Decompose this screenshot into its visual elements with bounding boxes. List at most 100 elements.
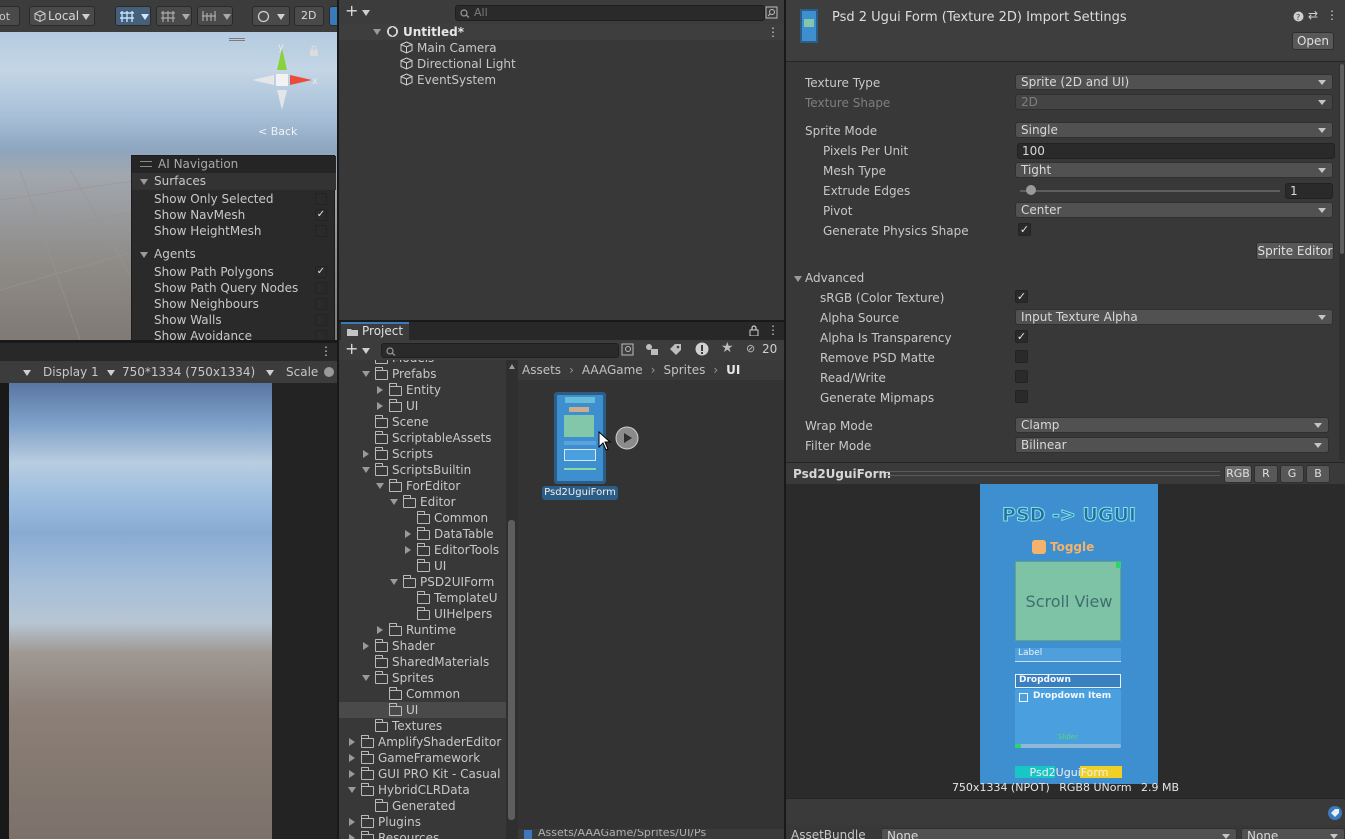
generate-physics-checkbox[interactable]: ✓ [1018, 223, 1031, 236]
folder-tree-item[interactable]: UIHelpers [339, 606, 507, 622]
folder-tree-item[interactable]: Common [339, 686, 507, 702]
folder-tree-item[interactable]: ForEditor [339, 478, 507, 494]
folder-tree-item[interactable]: DataTable [339, 526, 507, 542]
nav-option-row[interactable]: Show Path Query Nodes [132, 280, 336, 296]
create-add-button[interactable]: + [345, 340, 358, 358]
display-dropdown[interactable]: Display 1 [43, 364, 117, 380]
texture-type-dropdown[interactable]: Sprite (2D and UI) [1015, 74, 1333, 90]
folder-tree-item[interactable]: Common [339, 510, 507, 526]
folder-tree-item[interactable]: Runtime [339, 622, 507, 638]
folder-tree-item[interactable]: TemplateU [339, 590, 507, 606]
folder-tree-item[interactable]: UI [339, 702, 507, 718]
lock-icon[interactable] [309, 45, 319, 56]
folder-tree-item[interactable]: EditorTools [339, 542, 507, 558]
back-button[interactable]: < Back [258, 125, 297, 138]
folder-tree-item[interactable]: ScriptsBuiltin [339, 462, 507, 478]
alpha-source-dropdown[interactable]: Input Texture Alpha [1015, 309, 1333, 325]
nav-option-checkbox[interactable] [315, 225, 327, 237]
nav-option-checkbox[interactable] [315, 314, 327, 326]
folder-tree-item[interactable]: ScriptableAssets [339, 430, 507, 446]
open-button[interactable]: Open [1292, 32, 1334, 50]
foldout-arrow-icon[interactable] [377, 386, 383, 394]
folder-tree-item[interactable]: Resources [339, 830, 507, 839]
folder-tree-item[interactable]: SharedMaterials [339, 654, 507, 670]
hierarchy-search-input[interactable]: All [455, 5, 765, 21]
folder-tree-item[interactable]: Plugins [339, 814, 507, 830]
nav-option-row[interactable]: Show Only Selected [132, 191, 336, 207]
grid-visibility-button[interactable] [156, 6, 192, 26]
foldout-arrow-icon[interactable] [363, 450, 369, 458]
project-tab[interactable]: Project [341, 322, 409, 340]
foldout-arrow-icon[interactable] [363, 642, 369, 650]
resolution-dropdown[interactable]: 750*1334 (750x1334) [122, 364, 276, 380]
breadcrumb-item[interactable]: Assets [522, 363, 561, 377]
nav-option-checkbox[interactable] [315, 330, 327, 340]
advanced-foldout-icon[interactable] [794, 276, 802, 282]
surfaces-foldout[interactable]: Surfaces [132, 173, 336, 190]
extrude-slider-handle[interactable] [1026, 185, 1036, 195]
scene-view[interactable]: ot Local 2D y x < Back AI Navigation Sur… [0, 0, 337, 340]
game-mode-arrow-icon[interactable] [23, 370, 31, 376]
channel-rgb-button[interactable]: RGB [1224, 465, 1252, 483]
foldout-arrow-icon[interactable] [390, 499, 398, 505]
more-menu-icon[interactable]: ⋮ [320, 345, 332, 357]
project-search-input[interactable] [381, 343, 619, 358]
channel-r-button[interactable]: R [1254, 465, 1278, 483]
folder-tree-item[interactable]: Entity [339, 382, 507, 398]
folder-tree-item[interactable]: Textures [339, 718, 507, 734]
play-preview-icon[interactable] [615, 426, 639, 450]
extrude-input[interactable]: 1 [1285, 183, 1333, 199]
asset-bundle-dropdown[interactable]: None [881, 828, 1237, 839]
pivot-dropdown[interactable]: Center [1015, 202, 1333, 218]
scene-row[interactable]: Untitled* ⋮ [339, 24, 784, 40]
nav-option-row[interactable]: Show Neighbours [132, 296, 336, 312]
local-global-dropdown[interactable]: Local [29, 6, 95, 26]
create-add-button[interactable]: + [345, 2, 358, 20]
foldout-arrow-icon[interactable] [362, 675, 370, 681]
preset-sliders-icon[interactable]: ⇄ [1308, 8, 1318, 22]
nav-option-row[interactable]: Show Walls [132, 312, 336, 328]
nav-option-row[interactable]: Show NavMesh ✓ [132, 207, 336, 223]
breadcrumb-item[interactable]: AAAGame [582, 363, 643, 377]
inspector-scrollbar-thumb[interactable] [1340, 64, 1344, 254]
scene-menu-icon[interactable]: ⋮ [767, 25, 779, 39]
channel-b-button[interactable]: B [1306, 465, 1330, 483]
folder-tree-item[interactable]: HybridCLRData [339, 782, 507, 798]
inspector-scrollbar[interactable] [1339, 64, 1345, 460]
foldout-arrow-icon[interactable] [377, 626, 383, 634]
lock-icon[interactable] [749, 325, 759, 336]
sprite-mode-dropdown[interactable]: Single [1015, 122, 1333, 138]
nav-option-row[interactable]: Show Avoidance [132, 328, 336, 340]
read-write-checkbox[interactable] [1015, 370, 1028, 383]
foldout-arrow-icon[interactable] [405, 530, 411, 538]
project-menu-icon[interactable]: ⋮ [767, 323, 779, 337]
divider-vertical-right[interactable] [784, 0, 786, 839]
nav-option-row[interactable]: Show Path Polygons ✓ [132, 264, 336, 280]
foldout-arrow-icon[interactable] [348, 787, 356, 793]
mode-2d-button[interactable]: 2D [294, 6, 324, 26]
overlay-drag-handle[interactable] [229, 38, 245, 41]
folder-tree-item[interactable]: UI [339, 558, 507, 574]
foldout-arrow-icon[interactable] [376, 483, 384, 489]
nav-option-checkbox[interactable] [315, 193, 327, 205]
folder-tree-item[interactable]: Scene [339, 414, 507, 430]
shading-mode-button[interactable] [252, 6, 290, 26]
folder-tree-item[interactable]: Prefabs [339, 366, 507, 382]
increment-snap-button[interactable] [197, 6, 233, 26]
hierarchy-item[interactable]: Main Camera [339, 40, 784, 56]
nav-option-checkbox[interactable]: ✓ [315, 209, 327, 221]
srgb-checkbox[interactable]: ✓ [1015, 290, 1028, 303]
agents-foldout[interactable]: Agents [132, 246, 336, 263]
foldout-arrow-icon[interactable] [362, 371, 370, 377]
nav-option-checkbox[interactable] [315, 298, 327, 310]
folder-tree-item[interactable]: UI [339, 398, 507, 414]
foldout-arrow-icon[interactable] [349, 754, 355, 762]
wrap-mode-dropdown[interactable]: Clamp [1015, 417, 1329, 433]
tree-scrollbar-track[interactable] [506, 360, 518, 839]
filter-mode-dropdown[interactable]: Bilinear [1015, 437, 1329, 453]
channel-g-button[interactable]: G [1280, 465, 1304, 483]
hidden-packages-icon[interactable]: ⊘ [746, 342, 755, 355]
preview-drag-handle[interactable] [886, 471, 1220, 476]
scroll-up-icon[interactable] [509, 364, 515, 369]
help-icon[interactable]: ? [1293, 11, 1304, 22]
